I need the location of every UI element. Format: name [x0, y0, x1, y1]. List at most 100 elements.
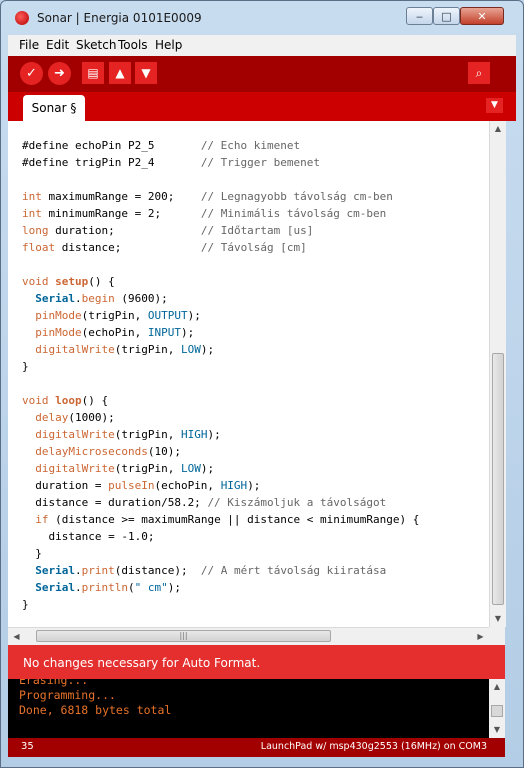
code-line[interactable]: #define trigPin P2_4 // Trigger bemenet	[22, 154, 320, 171]
code-token: (trigPin,	[114, 428, 181, 441]
menu-help[interactable]: Help	[155, 38, 182, 52]
console-line: Programming...	[19, 688, 116, 702]
menu-tools[interactable]: Tools	[118, 38, 148, 52]
scroll-left-arrow-icon[interactable]: ◀	[8, 628, 25, 645]
code-line[interactable]: float distance; // Távolság [cm]	[22, 239, 307, 256]
code-line[interactable]: }	[22, 596, 29, 613]
scroll-up-arrow-icon[interactable]: ▲	[490, 121, 506, 137]
code-token: // Legnagyobb távolság cm-ben	[200, 190, 393, 203]
energia-app-icon[interactable]	[15, 11, 29, 25]
code-token: () {	[81, 394, 109, 407]
code-token: int	[22, 190, 42, 203]
code-token: #define echoPin P2_5	[22, 139, 201, 152]
save-button[interactable]: ▼	[135, 62, 157, 84]
title-bar[interactable]: Sonar | Energia 0101E0009 ‒ □ ✕	[1, 1, 523, 35]
code-token: // Kiszámoljuk a távolságot	[207, 496, 387, 509]
code-token: (1000);	[68, 411, 115, 424]
code-line[interactable]: duration = pulseIn(echoPin, HIGH);	[22, 477, 260, 494]
tab-menu-button[interactable]: ▼	[486, 98, 503, 113]
code-line[interactable]: int maximumRange = 200; // Legnagyobb tá…	[22, 188, 393, 205]
open-button[interactable]: ▲	[109, 62, 131, 84]
code-line[interactable]: distance = duration/58.2; // Kiszámoljuk…	[22, 494, 386, 511]
code-token: " cm"	[134, 581, 168, 594]
code-token: Serial	[35, 292, 75, 305]
console-scroll-down-arrow-icon[interactable]: ▼	[489, 722, 505, 738]
window-title: Sonar | Energia 0101E0009	[37, 11, 202, 25]
scroll-down-arrow-icon[interactable]: ▼	[490, 611, 506, 627]
code-token: );	[207, 428, 221, 441]
code-token: }	[22, 360, 29, 373]
editor-vertical-scrollbar[interactable]: ▲ ▼	[489, 121, 506, 627]
code-token: duration;	[48, 224, 201, 237]
code-token: }	[22, 547, 42, 560]
code-token: void	[22, 394, 49, 407]
code-line[interactable]: pinMode(trigPin, OUTPUT);	[22, 307, 201, 324]
board-port-info: LaunchPad w/ msp430g2553 (16MHz) on COM3	[260, 741, 487, 752]
code-line[interactable]: Serial.begin (9600);	[22, 290, 167, 307]
code-line[interactable]: Serial.println(" cm");	[22, 579, 181, 596]
code-token: );	[200, 343, 215, 356]
code-line[interactable]: delayMicroseconds(10);	[22, 443, 181, 460]
code-line[interactable]: #define echoPin P2_5 // Echo kimenet	[22, 137, 300, 154]
code-token: (10);	[147, 445, 181, 458]
code-token: int	[22, 207, 42, 220]
code-token: pulseIn	[108, 479, 155, 492]
code-line[interactable]: digitalWrite(trigPin, LOW);	[22, 341, 214, 358]
console-line: Erasing...	[19, 679, 89, 687]
menu-sketch[interactable]: Sketch	[76, 38, 116, 52]
code-line[interactable]: distance = -1.0;	[22, 528, 154, 545]
code-token: );	[200, 462, 215, 475]
code-editor[interactable]: #define echoPin P2_5 // Echo kimenet #def…	[8, 121, 489, 627]
upload-button[interactable]: ➜	[48, 62, 71, 85]
tab-sonar[interactable]: Sonar §	[23, 95, 85, 121]
close-button[interactable]: ✕	[460, 7, 504, 25]
code-token: pinMode	[35, 309, 82, 322]
code-token: // Távolság [cm]	[200, 241, 307, 254]
code-token: );	[247, 479, 261, 492]
editor-horizontal-scrollbar[interactable]: ◀ ||| ▶	[8, 627, 489, 645]
code-line[interactable]: pinMode(echoPin, INPUT);	[22, 324, 194, 341]
code-line[interactable]: if (distance >= maximumRange || distance…	[22, 511, 419, 528]
code-line[interactable]: long duration; // Időtartam [us]	[22, 222, 313, 239]
code-line[interactable]: }	[22, 545, 42, 562]
code-line[interactable]: void loop() {	[22, 392, 108, 409]
code-line[interactable]: Serial.print(distance); // A mért távols…	[22, 562, 386, 579]
code-token: print	[81, 564, 115, 577]
code-token: distance = duration/58.2;	[22, 496, 208, 509]
code-token: () {	[88, 275, 115, 288]
minimize-button[interactable]: ‒	[406, 7, 433, 25]
code-line[interactable]: digitalWrite(trigPin, LOW);	[22, 460, 214, 477]
scroll-right-arrow-icon[interactable]: ▶	[472, 628, 489, 645]
verify-button[interactable]: ✓	[20, 62, 43, 85]
code-line[interactable]: void setup() {	[22, 273, 115, 290]
code-line[interactable]: digitalWrite(trigPin, HIGH);	[22, 426, 221, 443]
code-line[interactable]: }	[22, 358, 29, 375]
maximize-button[interactable]: □	[433, 7, 460, 25]
code-token: // Időtartam [us]	[200, 224, 314, 237]
new-sketch-button[interactable]: ▤	[82, 62, 104, 84]
code-token: loop	[55, 394, 82, 407]
console-line: Done, 6818 bytes total	[19, 703, 172, 717]
editor-vertical-scroll-thumb[interactable]	[492, 353, 504, 605]
menu-bar: File Edit Sketch Tools Help	[8, 35, 516, 57]
serial-monitor-button[interactable]: ⌕	[468, 62, 490, 84]
console-scrollbar[interactable]: ▲ ▼	[489, 679, 505, 738]
console-scroll-up-arrow-icon[interactable]: ▲	[489, 679, 505, 695]
code-token: void	[22, 275, 49, 288]
menu-edit[interactable]: Edit	[46, 38, 69, 52]
code-line[interactable]: int minimumRange = 2; // Minimális távol…	[22, 205, 386, 222]
scrollbar-corner	[489, 627, 505, 645]
editor-horizontal-scroll-thumb[interactable]: |||	[36, 630, 331, 642]
console-output[interactable]: Erasing... Programming... Done, 6818 bytes…	[8, 679, 489, 738]
console-scroll-thumb[interactable]	[491, 705, 503, 717]
menu-file[interactable]: File	[19, 38, 39, 52]
code-line[interactable]: delay(1000);	[22, 409, 115, 426]
code-token: digitalWrite	[35, 428, 115, 441]
